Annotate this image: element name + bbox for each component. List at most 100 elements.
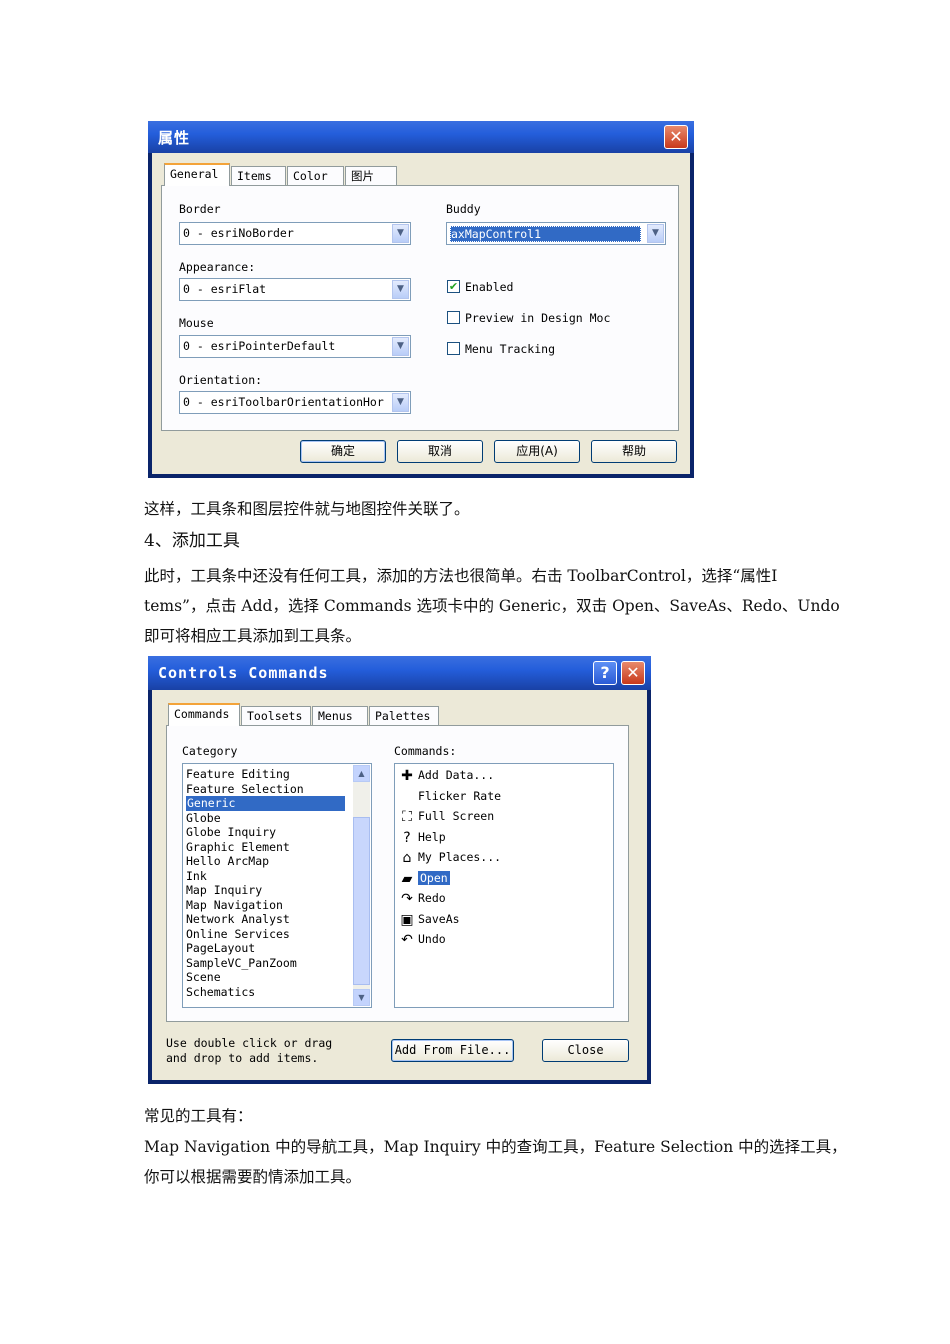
- title-bar[interactable]: 属性 ✕: [148, 121, 694, 153]
- tab-commands[interactable]: Commands: [168, 703, 240, 726]
- help-button[interactable]: 帮助: [591, 440, 677, 463]
- category-item[interactable]: SampleVC_PanZoom: [186, 956, 297, 971]
- tab-color[interactable]: Color: [287, 166, 344, 186]
- menu-tracking-checkbox[interactable]: [447, 342, 460, 355]
- close-button[interactable]: Close: [542, 1039, 629, 1062]
- cancel-button[interactable]: 取消: [397, 440, 483, 463]
- redo-icon: ↷: [401, 891, 413, 907]
- preview-checkbox[interactable]: [447, 311, 460, 324]
- properties-dialog: 属性 ✕ General Items Color 图片 Border 0 - e…: [148, 121, 694, 478]
- category-item[interactable]: Hello ArcMap: [186, 854, 269, 869]
- category-item[interactable]: Globe: [186, 811, 221, 826]
- add-from-file-button[interactable]: Add From File...: [391, 1039, 514, 1062]
- tab-general[interactable]: General: [164, 163, 230, 186]
- category-item[interactable]: Schematics: [186, 985, 255, 1000]
- enabled-checkbox[interactable]: ✔: [447, 280, 460, 293]
- commands-panel: Category Commands: Feature Editing Featur…: [166, 725, 629, 1022]
- category-list[interactable]: Feature Editing Feature Selection Generic G…: [182, 763, 372, 1008]
- buddy-combo[interactable]: axMapControl1 ▼: [446, 222, 666, 245]
- category-item[interactable]: Globe Inquiry: [186, 825, 276, 840]
- enabled-label: Enabled: [465, 280, 514, 294]
- paragraph-tools-list-2: 你可以根据需要酌情添加工具。: [144, 1168, 362, 1186]
- apply-button[interactable]: 应用(A): [494, 440, 580, 463]
- buddy-label: Buddy: [446, 202, 481, 216]
- appearance-label: Appearance:: [179, 260, 256, 274]
- command-label: Full Screen: [418, 809, 495, 823]
- menu-tracking-label: Menu Tracking: [465, 342, 556, 356]
- tab-items[interactable]: Items: [231, 166, 286, 186]
- commands-list[interactable]: ✚ Add Data... Flicker Rate ⛶ Full Screen? Hel…: [394, 763, 614, 1008]
- hint-line-1: Use double click or drag: [166, 1036, 333, 1050]
- my-places-icon: ⌂: [402, 850, 412, 866]
- dialog-title: 属性: [158, 129, 191, 147]
- paragraph-add-tools-3: 即可将相应工具添加到工具条。: [144, 627, 362, 645]
- chevron-down-icon[interactable]: ▼: [392, 337, 409, 356]
- command-label: SaveAs: [418, 911, 460, 926]
- dialog-title: Controls Commands: [158, 664, 329, 682]
- undo-icon: ↶: [401, 932, 413, 948]
- dialog-client: General Items Color 图片 Border 0 - esriNo…: [152, 153, 690, 474]
- category-item[interactable]: Map Navigation: [186, 898, 283, 913]
- paragraph-linked: 这样，工具条和图层控件就与地图控件关联了。: [144, 500, 470, 518]
- scroll-thumb[interactable]: [353, 817, 370, 985]
- full-screen-icon: ⛶: [402, 809, 412, 825]
- category-item[interactable]: Scene: [186, 970, 221, 985]
- tab-toolsets[interactable]: Toolsets: [241, 706, 311, 726]
- category-item[interactable]: Network Analyst: [186, 912, 290, 927]
- commands-label: Commands:: [394, 744, 457, 758]
- section-heading: 4、添加工具: [144, 531, 240, 551]
- title-bar[interactable]: Controls Commands ? ✕: [148, 656, 651, 690]
- close-icon[interactable]: ✕: [621, 661, 645, 685]
- border-combo[interactable]: 0 - esriNoBorder ▼: [179, 222, 411, 245]
- command-label: My Places...: [418, 850, 502, 864]
- command-label: Redo: [418, 891, 446, 905]
- command-label: Flicker Rate: [418, 788, 502, 803]
- tab-menus[interactable]: Menus: [312, 706, 368, 726]
- help-icon[interactable]: ?: [593, 661, 617, 685]
- category-item[interactable]: Map Inquiry: [186, 883, 262, 898]
- add-data-icon: ✚: [401, 768, 413, 784]
- border-label: Border: [179, 202, 221, 216]
- tab-palettes[interactable]: Palettes: [369, 706, 439, 726]
- ok-button[interactable]: 确定: [300, 440, 386, 463]
- category-item[interactable]: Ink: [186, 869, 207, 884]
- category-item[interactable]: Feature Selection: [186, 782, 304, 797]
- category-item[interactable]: Graphic Element: [186, 840, 290, 855]
- category-item[interactable]: Feature Editing: [186, 767, 290, 782]
- buddy-value: axMapControl1: [450, 226, 641, 242]
- chevron-down-icon[interactable]: ▼: [392, 224, 409, 243]
- category-item[interactable]: PageLayout: [186, 941, 255, 956]
- blank-icon: [398, 788, 416, 806]
- paragraph-add-tools-1: 此时，工具条中还没有任何工具，添加的方法也很简单。右击 ToolbarContr…: [144, 567, 778, 585]
- help-arrow-icon: ?: [403, 829, 411, 846]
- category-scrollbar[interactable]: ▲ ▼: [353, 765, 370, 1006]
- scroll-down-icon[interactable]: ▼: [353, 989, 370, 1006]
- general-panel: Border 0 - esriNoBorder ▼ Appearance: 0 …: [161, 185, 679, 431]
- paragraph-tools-list-1: Map Navigation 中的导航工具，Map Inquiry 中的查询工具…: [144, 1138, 847, 1156]
- paragraph-add-tools-2: tems”，点击 Add，选择 Commands 选项卡中的 Generic，双…: [144, 597, 840, 615]
- controls-commands-dialog: Controls Commands ? ✕ Commands Toolsets …: [148, 656, 651, 1084]
- appearance-combo[interactable]: 0 - esriFlat ▼: [179, 278, 411, 301]
- chevron-down-icon[interactable]: ▼: [647, 224, 664, 243]
- mouse-value: 0 - esriPointerDefault: [183, 339, 336, 353]
- command-label: Add Data...: [418, 768, 495, 782]
- mouse-combo[interactable]: 0 - esriPointerDefault ▼: [179, 335, 411, 358]
- close-icon[interactable]: ✕: [664, 125, 688, 149]
- chevron-down-icon[interactable]: ▼: [392, 393, 409, 412]
- border-value: 0 - esriNoBorder: [183, 226, 294, 240]
- save-icon: ▣: [400, 911, 414, 928]
- chevron-down-icon[interactable]: ▼: [392, 280, 409, 299]
- tab-picture[interactable]: 图片: [345, 166, 397, 186]
- open-folder-icon: ▰: [401, 870, 413, 887]
- category-label: Category: [182, 744, 238, 758]
- orientation-label: Orientation:: [179, 373, 263, 387]
- dialog-client: Commands Toolsets Menus Palettes Categor…: [152, 690, 647, 1080]
- category-item[interactable]: Online Services: [186, 927, 290, 942]
- category-item[interactable]: Generic: [186, 796, 345, 811]
- command-label: Open: [418, 870, 450, 885]
- orientation-combo[interactable]: 0 - esriToolbarOrientationHor ▼: [179, 391, 411, 414]
- appearance-value: 0 - esriFlat: [183, 282, 267, 296]
- scroll-up-icon[interactable]: ▲: [353, 765, 370, 782]
- mouse-label: Mouse: [179, 316, 214, 330]
- command-label: Undo: [418, 932, 446, 946]
